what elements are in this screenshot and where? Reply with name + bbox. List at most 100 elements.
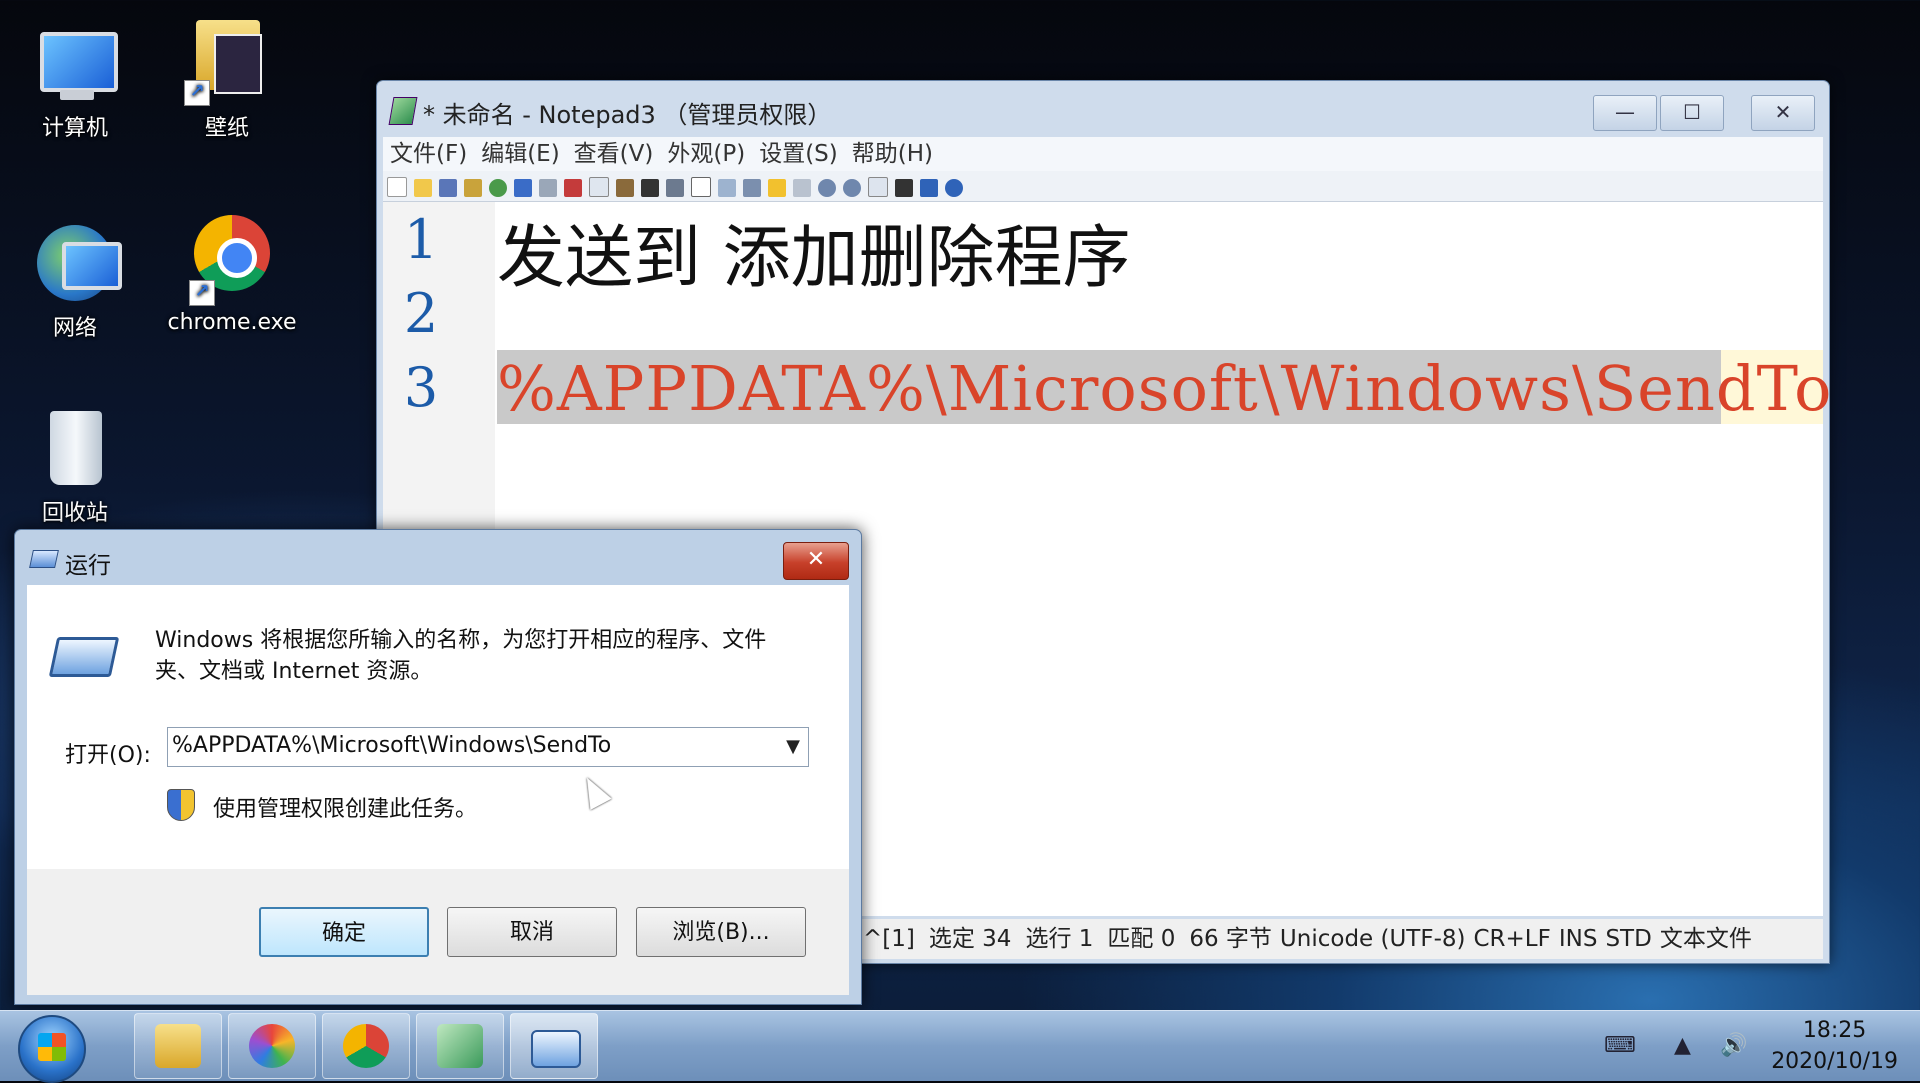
taskbar-pinwheel-app[interactable] — [228, 1013, 316, 1079]
status-item: INS — [1558, 926, 1598, 952]
system-tray: ⌨ ▲ 🔊 18:25 2020/10/19 — [1590, 1011, 1920, 1081]
cancel-button[interactable]: 取消 — [447, 907, 617, 957]
replace-icon[interactable] — [666, 179, 684, 197]
desktop-icon-label: 壁纸 — [204, 116, 249, 141]
volume-icon[interactable]: 🔊 — [1720, 1033, 1747, 1058]
undo-icon[interactable] — [514, 179, 532, 197]
window-title: * 未命名 - Notepad3 （管理员权限） — [423, 101, 832, 129]
find-icon[interactable] — [641, 179, 659, 197]
chevron-down-icon[interactable]: ▼ — [786, 736, 800, 757]
menu-bar: 文件(F) 编辑(E) 查看(V) 外观(P) 设置(S) 帮助(H) — [383, 137, 1823, 171]
run-title-bar[interactable]: 运行 ✕ — [15, 530, 861, 582]
desktop-icon-label: 网络 — [52, 316, 97, 341]
add-favorite-icon[interactable] — [793, 179, 811, 197]
reload-icon[interactable] — [489, 179, 507, 197]
run-icon — [29, 550, 59, 568]
line-number: 1 — [403, 208, 439, 271]
browse-button[interactable]: 浏览(B)... — [636, 907, 806, 957]
cut-icon[interactable] — [564, 179, 582, 197]
maximize-button[interactable]: ☐ — [1660, 95, 1724, 131]
exit-icon[interactable] — [945, 179, 963, 197]
clock-date: 2020/10/19 — [1771, 1049, 1898, 1074]
pin-icon[interactable] — [920, 179, 938, 197]
status-item: 选行 1 — [1025, 926, 1094, 952]
close-button[interactable]: ✕ — [783, 542, 849, 580]
status-item: 选定 34 — [928, 926, 1012, 952]
new-file-icon[interactable] — [387, 177, 407, 197]
status-item: 文本文件 — [1659, 926, 1752, 952]
chrome-icon — [343, 1024, 389, 1068]
copy-icon[interactable] — [589, 177, 609, 197]
desktop-icon-label: 计算机 — [41, 116, 108, 141]
folder-icon — [155, 1024, 201, 1068]
menu-settings[interactable]: 设置(S) — [752, 137, 845, 171]
desktop-icon-wallpaper[interactable]: ↗ 壁纸 — [162, 10, 292, 142]
open-folder-icon[interactable] — [414, 179, 432, 197]
run-description: Windows 将根据您所输入的名称，为您打开相应的程序、文件夹、文档或 Int… — [155, 628, 767, 684]
desktop-icon-label: chrome.exe — [167, 310, 297, 335]
status-item: 匹配 0 — [1107, 926, 1176, 952]
zoom-in-icon[interactable] — [818, 179, 836, 197]
save-icon[interactable] — [439, 179, 457, 197]
view-icon[interactable] — [868, 177, 888, 197]
minimize-button[interactable]: — — [1593, 95, 1657, 131]
menu-view[interactable]: 查看(V) — [567, 137, 661, 171]
desktop-icon-network[interactable]: 网络 — [10, 220, 140, 342]
close-button[interactable]: ✕ — [1751, 95, 1815, 131]
chevron-up-icon[interactable]: ▲ — [1674, 1033, 1691, 1058]
toolbar — [383, 171, 1823, 202]
editor-line: 发送到 添加删除程序 — [497, 219, 1131, 298]
open-input[interactable] — [168, 728, 766, 762]
notepad3-icon — [437, 1024, 483, 1068]
taskbar-run[interactable] — [510, 1013, 598, 1079]
ok-button[interactable]: 确定 — [259, 907, 429, 957]
uac-shield-icon — [167, 789, 195, 821]
run-icon — [531, 1030, 581, 1068]
recycle-bin-icon — [32, 405, 118, 491]
pinwheel-icon — [249, 1024, 295, 1068]
zoom-out-icon[interactable] — [843, 179, 861, 197]
status-item: ^[1] — [863, 926, 915, 952]
line-number: 3 — [403, 356, 439, 419]
paste-icon[interactable] — [616, 179, 634, 197]
taskbar-notepad3[interactable] — [416, 1013, 504, 1079]
run-dialog: 运行 ✕ Windows 将根据您所输入的名称，为您打开相应的程序、文件夹、文档… — [14, 529, 862, 1005]
chrome-icon: ↗ — [189, 210, 275, 306]
favorite-star-icon[interactable] — [768, 179, 786, 197]
taskbar-explorer[interactable] — [134, 1013, 222, 1079]
line-number: 2 — [403, 282, 439, 345]
computer-icon — [32, 20, 118, 106]
status-item: CR+LF — [1473, 926, 1551, 952]
title-bar[interactable]: * 未命名 - Notepad3 （管理员权限） — ☐ ✕ — [377, 81, 1829, 137]
redo-icon[interactable] — [539, 179, 557, 197]
run-program-icon — [48, 637, 120, 677]
status-item: Unicode (UTF-8) — [1279, 926, 1466, 952]
menu-file[interactable]: 文件(F) — [383, 137, 474, 171]
save-as-icon[interactable] — [464, 179, 482, 197]
menu-help[interactable]: 帮助(H) — [845, 137, 940, 171]
network-icon — [32, 220, 122, 306]
run-footer: 确定 取消 浏览(B)... — [27, 869, 849, 995]
desktop-icon-chrome[interactable]: ↗ chrome.exe — [162, 210, 302, 335]
menu-appearance[interactable]: 外观(P) — [660, 137, 752, 171]
clock-time: 18:25 — [1802, 1018, 1867, 1043]
folder-icon: ↗ — [184, 10, 270, 106]
zoom-icon[interactable] — [743, 179, 761, 197]
windows-logo-icon — [38, 1033, 66, 1061]
screen-icon[interactable] — [895, 179, 913, 197]
menu-edit[interactable]: 编辑(E) — [474, 137, 566, 171]
editor-line: %APPDATA%\Microsoft\Windows\SendTo — [497, 352, 1833, 425]
find-next-icon[interactable] — [718, 179, 736, 197]
open-combobox[interactable]: ▼ — [167, 727, 809, 767]
desktop-icon-recycle-bin[interactable]: 回收站 — [10, 405, 140, 527]
taskbar-chrome[interactable] — [322, 1013, 410, 1079]
shortcut-arrow-icon: ↗ — [184, 80, 210, 106]
desktop-icon-computer[interactable]: 计算机 — [10, 20, 140, 142]
word-wrap-icon[interactable] — [691, 177, 711, 197]
desktop-icon-label: 回收站 — [41, 501, 108, 526]
start-button[interactable] — [18, 1015, 86, 1083]
keyboard-icon[interactable]: ⌨ — [1604, 1033, 1636, 1058]
clock[interactable]: 18:25 2020/10/19 — [1771, 1015, 1898, 1077]
taskbar: ⌨ ▲ 🔊 18:25 2020/10/19 — [0, 1010, 1920, 1083]
status-item: STD — [1605, 926, 1652, 952]
